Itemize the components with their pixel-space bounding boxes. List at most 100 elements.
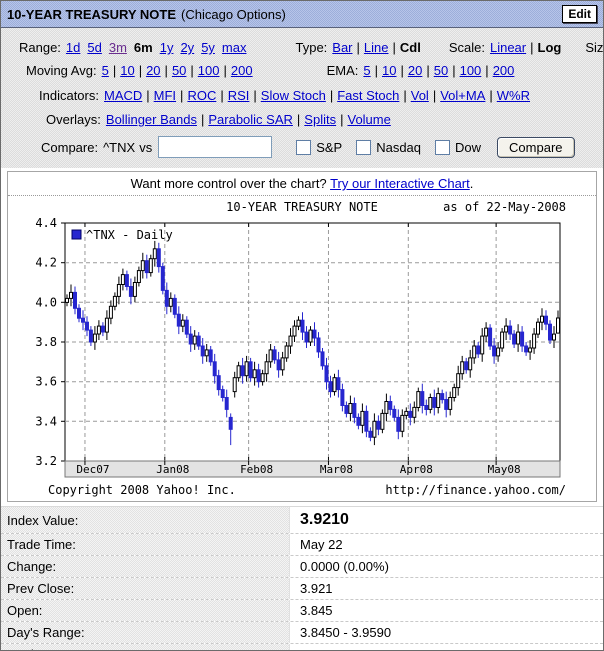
sp500-checkbox[interactable] bbox=[296, 140, 311, 155]
compare-button[interactable]: Compare bbox=[497, 137, 574, 158]
moving-avg-options: 5|10|20|50|100|200 bbox=[102, 60, 253, 81]
indicator-option-mfi[interactable]: MFI bbox=[154, 85, 176, 106]
interactive-chart-link[interactable]: Try our Interactive Chart bbox=[330, 176, 470, 191]
separator: | bbox=[426, 60, 429, 81]
svg-text:Dec07: Dec07 bbox=[76, 463, 109, 476]
dow-checkbox-label: Dow bbox=[455, 137, 481, 158]
overlay-option-splits[interactable]: Splits bbox=[304, 109, 336, 130]
size-label: Size: bbox=[585, 37, 604, 58]
promo-text: Want more control over the chart? bbox=[131, 176, 327, 191]
range-option-6m[interactable]: 6m bbox=[134, 37, 153, 58]
type-group: Type: Bar|Line|Cdl bbox=[295, 37, 420, 58]
promo-suffix: . bbox=[470, 176, 474, 191]
source-url: http://finance.yahoo.com/ bbox=[385, 483, 566, 497]
ema-group: EMA: 5|10|20|50|100|200 bbox=[327, 60, 515, 81]
dow-checkbox[interactable] bbox=[435, 140, 450, 155]
svg-text:4.4: 4.4 bbox=[35, 217, 57, 230]
moving-avg-option-20[interactable]: 20 bbox=[146, 60, 160, 81]
compare-label: Compare: bbox=[41, 137, 98, 158]
indicator-option-vol+ma[interactable]: Vol+MA bbox=[440, 85, 485, 106]
type-option-line[interactable]: Line bbox=[364, 37, 389, 58]
edit-button[interactable]: Edit bbox=[562, 5, 597, 23]
range-option-1y[interactable]: 1y bbox=[160, 37, 174, 58]
range-option-5d[interactable]: 5d bbox=[87, 37, 101, 58]
type-option-bar[interactable]: Bar bbox=[332, 37, 352, 58]
ema-options: 5|10|20|50|100|200 bbox=[363, 60, 514, 81]
quote-row-value: 0.0000 (0.00%) bbox=[290, 559, 389, 574]
quote-row: Open:3.845 bbox=[1, 600, 603, 622]
moving-avg-label: Moving Avg: bbox=[26, 60, 97, 81]
indicator-option-vol[interactable]: Vol bbox=[411, 85, 429, 106]
separator: | bbox=[139, 60, 142, 81]
moving-avg-option-10[interactable]: 10 bbox=[120, 60, 134, 81]
separator: | bbox=[201, 109, 204, 130]
quote-row-label: Prev Close: bbox=[1, 578, 290, 599]
separator: | bbox=[485, 60, 488, 81]
range-option-2y[interactable]: 2y bbox=[180, 37, 194, 58]
ema-option-5[interactable]: 5 bbox=[363, 60, 370, 81]
range-label: Range: bbox=[19, 37, 61, 58]
moving-avg-option-50[interactable]: 50 bbox=[172, 60, 186, 81]
moving-avg-option-100[interactable]: 100 bbox=[198, 60, 220, 81]
scale-options: Linear|Log bbox=[490, 37, 561, 58]
indicator-option-slow-stoch[interactable]: Slow Stoch bbox=[261, 85, 326, 106]
ema-option-10[interactable]: 10 bbox=[382, 60, 396, 81]
range-option-5y[interactable]: 5y bbox=[201, 37, 215, 58]
chart-as-of-date: as of 22-May-2008 bbox=[443, 200, 566, 214]
scale-option-log[interactable]: Log bbox=[538, 37, 562, 58]
indicator-option-w%r[interactable]: W%R bbox=[497, 85, 530, 106]
indicator-option-macd[interactable]: MACD bbox=[104, 85, 142, 106]
overlay-option-volume[interactable]: Volume bbox=[347, 109, 390, 130]
svg-text:3.2: 3.2 bbox=[35, 454, 57, 468]
ema-option-50[interactable]: 50 bbox=[434, 60, 448, 81]
range-option-1d[interactable]: 1d bbox=[66, 37, 80, 58]
svg-text:^TNX - Daily: ^TNX - Daily bbox=[86, 228, 173, 242]
overlays-label: Overlays: bbox=[46, 109, 101, 130]
separator: | bbox=[489, 85, 492, 106]
indicators-label: Indicators: bbox=[39, 85, 99, 106]
separator: | bbox=[330, 85, 333, 106]
indicator-option-rsi[interactable]: RSI bbox=[228, 85, 250, 106]
separator: | bbox=[297, 109, 300, 130]
compare-row: Compare: ^TNX vs S&P Nasdaq Dow Compare bbox=[41, 135, 603, 159]
chart-title-row: 10-YEAR TREASURY NOTE as of 22-May-2008 bbox=[8, 200, 596, 217]
overlay-option-parabolic-sar[interactable]: Parabolic SAR bbox=[208, 109, 293, 130]
copyright-text: Copyright 2008 Yahoo! Inc. bbox=[48, 483, 236, 497]
indicator-option-fast-stoch[interactable]: Fast Stoch bbox=[337, 85, 399, 106]
module-header: 10-YEAR TREASURY NOTE (Chicago Options) … bbox=[1, 1, 603, 28]
separator: | bbox=[340, 109, 343, 130]
overlay-options: Bollinger Bands|Parabolic SAR|Splits|Vol… bbox=[106, 109, 391, 130]
type-option-cdl[interactable]: Cdl bbox=[400, 37, 421, 58]
quote-row: 52wk Range:3.281 - 5.316 bbox=[1, 644, 603, 651]
svg-text:4.2: 4.2 bbox=[35, 256, 57, 270]
quote-row: Change:0.0000 (0.00%) bbox=[1, 556, 603, 578]
quote-row: Day's Range:3.8450 - 3.9590 bbox=[1, 622, 603, 644]
ema-option-200[interactable]: 200 bbox=[493, 60, 515, 81]
range-option-3m[interactable]: 3m bbox=[109, 37, 127, 58]
scale-option-linear[interactable]: Linear bbox=[490, 37, 526, 58]
ema-option-20[interactable]: 20 bbox=[408, 60, 422, 81]
separator: | bbox=[146, 85, 149, 106]
moving-avg-row: Moving Avg: 5|10|20|50|100|200 EMA: 5|10… bbox=[26, 60, 603, 81]
compare-symbol-input[interactable] bbox=[158, 136, 272, 158]
ema-option-100[interactable]: 100 bbox=[460, 60, 482, 81]
separator: | bbox=[375, 60, 378, 81]
indicator-options: MACD|MFI|ROC|RSI|Slow Stoch|Fast Stoch|V… bbox=[104, 85, 530, 106]
moving-avg-option-200[interactable]: 200 bbox=[231, 60, 253, 81]
moving-avg-option-5[interactable]: 5 bbox=[102, 60, 109, 81]
nasdaq-checkbox[interactable] bbox=[356, 140, 371, 155]
candlestick-chart-svg: 3.23.43.63.84.04.24.4^TNX - DailyDec07Ja… bbox=[8, 217, 596, 479]
separator: | bbox=[165, 60, 168, 81]
price-chart: 3.23.43.63.84.04.24.4^TNX - DailyDec07Ja… bbox=[8, 217, 596, 482]
chart-panel: Want more control over the chart? Try ou… bbox=[7, 171, 597, 502]
overlays-row: Overlays: Bollinger Bands|Parabolic SAR|… bbox=[46, 109, 603, 130]
security-exchange: (Chicago Options) bbox=[181, 7, 286, 22]
quote-row-label: Open: bbox=[1, 600, 290, 621]
separator: | bbox=[433, 85, 436, 106]
separator: | bbox=[400, 60, 403, 81]
range-option-max[interactable]: max bbox=[222, 37, 247, 58]
overlay-option-bollinger-bands[interactable]: Bollinger Bands bbox=[106, 109, 197, 130]
separator: | bbox=[180, 85, 183, 106]
indicator-option-roc[interactable]: ROC bbox=[187, 85, 216, 106]
quote-row-value: 3.921 bbox=[290, 581, 333, 596]
